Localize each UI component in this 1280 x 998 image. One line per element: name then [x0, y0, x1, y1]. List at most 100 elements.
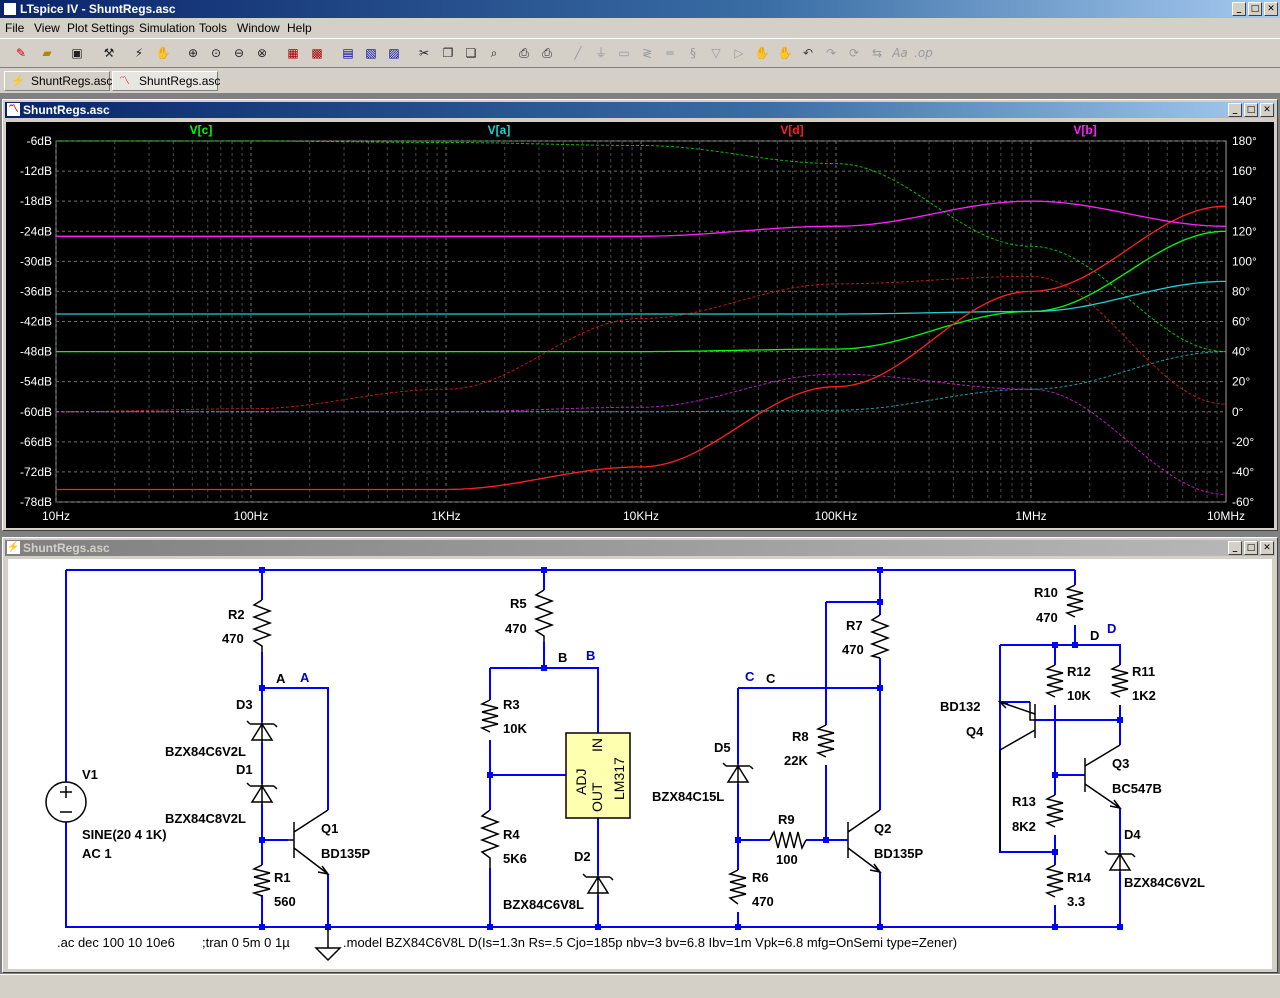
plot-close-button[interactable]: ✕	[1260, 103, 1274, 117]
rotate-icon[interactable]: ⟳	[845, 44, 863, 62]
net-a-label: A	[276, 671, 286, 686]
zoom-pan-icon[interactable]: ⊙	[207, 44, 225, 62]
d4-name: D4	[1124, 827, 1141, 842]
q3-name: Q3	[1112, 756, 1129, 771]
copy-icon[interactable]: ❐	[439, 44, 457, 62]
app-title: LTspice IV - ShuntRegs.asc	[20, 2, 176, 16]
schematic-maximize-button[interactable]: □	[1244, 541, 1258, 555]
ground-icon[interactable]: ⏚	[592, 44, 610, 62]
schematic-canvas[interactable]: ADJ OUT IN LM317 R2 470 A A D3 BZX84C6V2…	[8, 559, 1272, 969]
find-icon[interactable]: ⌕	[485, 44, 503, 62]
cut-icon[interactable]: ✂	[415, 44, 433, 62]
menu-file[interactable]: File	[5, 21, 24, 35]
save-icon[interactable]: ▣	[68, 44, 86, 62]
halt-icon[interactable]: ✋	[154, 44, 172, 62]
y-left-tick-label: -60dB	[20, 405, 52, 419]
close-button[interactable]: ✕	[1264, 2, 1278, 16]
component-icon[interactable]: ▷	[730, 44, 748, 62]
r6-name: R6	[752, 870, 769, 885]
close-window-icon[interactable]: ▨	[385, 44, 403, 62]
new-schematic-icon[interactable]: ✎	[12, 44, 30, 62]
q2-value: BD135P	[874, 846, 923, 861]
paste-icon[interactable]: ❏	[462, 44, 480, 62]
waveform-plot[interactable]: -6dB 180° -12dB 160° -18dB 140° -24dB 120° -30dB…	[6, 122, 1274, 528]
minimize-button[interactable]: _	[1232, 2, 1246, 16]
tab-schematic[interactable]: ⚡ ShuntRegs.asc	[4, 71, 112, 91]
maximize-button[interactable]: □	[1248, 2, 1262, 16]
net-c-flag: C	[745, 669, 755, 684]
menu-simulation[interactable]: Simulation	[139, 21, 195, 35]
print-icon[interactable]: ⎙	[538, 44, 556, 62]
resistor-icon[interactable]: ≷	[638, 44, 656, 62]
y-left-tick-label: -30dB	[20, 254, 52, 268]
text-icon[interactable]: Aa	[891, 44, 909, 62]
menu-plot-settings[interactable]: Plot Settings	[67, 21, 134, 35]
move-icon[interactable]: ✋	[753, 44, 771, 62]
mirror-icon[interactable]: ⇆	[868, 44, 886, 62]
r8-name: R8	[792, 729, 809, 744]
zoom-in-icon[interactable]: ⊕	[184, 44, 202, 62]
menu-view[interactable]: View	[34, 21, 60, 35]
tile-horizontal-icon[interactable]: ▤	[339, 44, 357, 62]
zoom-extents-icon[interactable]: ▩	[308, 44, 326, 62]
undo-icon[interactable]: ↶	[799, 44, 817, 62]
print-setup-icon[interactable]: ⎙	[515, 44, 533, 62]
y-right-tick-label: -60°	[1232, 495, 1254, 509]
menu-window[interactable]: Window	[237, 21, 280, 35]
autorange-icon[interactable]: ▦	[284, 44, 302, 62]
drag-icon[interactable]: ✋	[776, 44, 794, 62]
ac-directive[interactable]: .ac dec 100 10 10e6	[57, 935, 175, 950]
x-tick-label: 10KHz	[623, 509, 659, 523]
zoom-fit-icon[interactable]: ⊗	[253, 44, 271, 62]
spice-directives: .ac dec 100 10 10e6 ;tran 0 5m 0 1µ .mod…	[57, 935, 957, 950]
r7-name: R7	[846, 618, 863, 633]
schematic-close-button[interactable]: ✕	[1260, 541, 1274, 555]
diode-icon[interactable]: ▽	[707, 44, 725, 62]
tab-plot[interactable]: 〽 ShuntRegs.asc	[112, 71, 221, 91]
spice-directive-icon[interactable]: .op	[914, 44, 933, 62]
q3-value: BC547B	[1112, 781, 1162, 796]
control-panel-icon[interactable]: ⚒	[100, 44, 118, 62]
menu-tools[interactable]: Tools	[199, 21, 227, 35]
run-icon[interactable]: ⚡	[130, 44, 148, 62]
v1-name: V1	[82, 767, 98, 782]
wire-icon[interactable]: ╱	[569, 44, 587, 62]
plot-window-icon[interactable]: 〽	[7, 103, 20, 116]
r4-name: R4	[503, 827, 520, 842]
x-tick-label: 10Hz	[42, 509, 70, 523]
zoom-out-icon[interactable]: ⊖	[230, 44, 248, 62]
legend-entry[interactable]: V[b]	[1073, 123, 1096, 137]
d5-value: BZX84C15L	[652, 789, 724, 804]
lm317-out-pin: OUT	[589, 782, 605, 812]
r12-name: R12	[1067, 664, 1091, 679]
open-icon[interactable]: ▰	[38, 44, 56, 62]
schematic-window-icon[interactable]: ⚡	[7, 541, 20, 554]
label-icon[interactable]: ▭	[615, 44, 633, 62]
model-directive[interactable]: .model BZX84C6V8L D(Is=1.3n Rs=.5 Cjo=18…	[343, 935, 957, 950]
y-left-tick-label: -24dB	[20, 224, 52, 238]
main-toolbar: ✎ ▰ ▣ ⚒ ⚡ ✋ ⊕ ⊙ ⊖ ⊗ ▦ ▩ ▤ ▧ ▨ ✂ ❐ ❏ ⌕ ⎙ …	[0, 38, 1280, 68]
capacitor-icon[interactable]: ═	[661, 44, 679, 62]
waveform-chart[interactable]: -6dB 180° -12dB 160° -18dB 140° -24dB 120° -30dB…	[6, 122, 1274, 528]
legend-entry[interactable]: V[d]	[780, 123, 803, 137]
tran-directive[interactable]: ;tran 0 5m 0 1µ	[202, 935, 290, 950]
redo-icon[interactable]: ↷	[822, 44, 840, 62]
v1-sine: SINE(20 4 1K)	[82, 827, 167, 842]
menu-help[interactable]: Help	[287, 21, 312, 35]
schematic-minimize-button[interactable]: _	[1228, 541, 1242, 555]
cascade-icon[interactable]: ▧	[362, 44, 380, 62]
y-left-tick-label: -78dB	[20, 495, 52, 509]
plot-window-titlebar: 〽 ShuntRegs.asc _ □ ✕	[5, 102, 1275, 118]
d5-name: D5	[714, 740, 731, 755]
r7-value: 470	[842, 642, 864, 657]
inductor-icon[interactable]: §	[684, 44, 702, 62]
legend-entry[interactable]: V[c]	[190, 123, 213, 137]
tab-label: ShuntRegs.asc	[139, 74, 221, 88]
ltspice-app-icon[interactable]	[3, 2, 17, 16]
r1-name: R1	[274, 870, 291, 885]
legend-entry[interactable]: V[a]	[488, 123, 511, 137]
plot-minimize-button[interactable]: _	[1228, 103, 1242, 117]
schematic-drawing[interactable]: ADJ OUT IN LM317 R2 470 A A D3 BZX84C6V2…	[8, 559, 1272, 969]
r3-value: 10K	[503, 721, 527, 736]
plot-maximize-button[interactable]: □	[1244, 103, 1258, 117]
